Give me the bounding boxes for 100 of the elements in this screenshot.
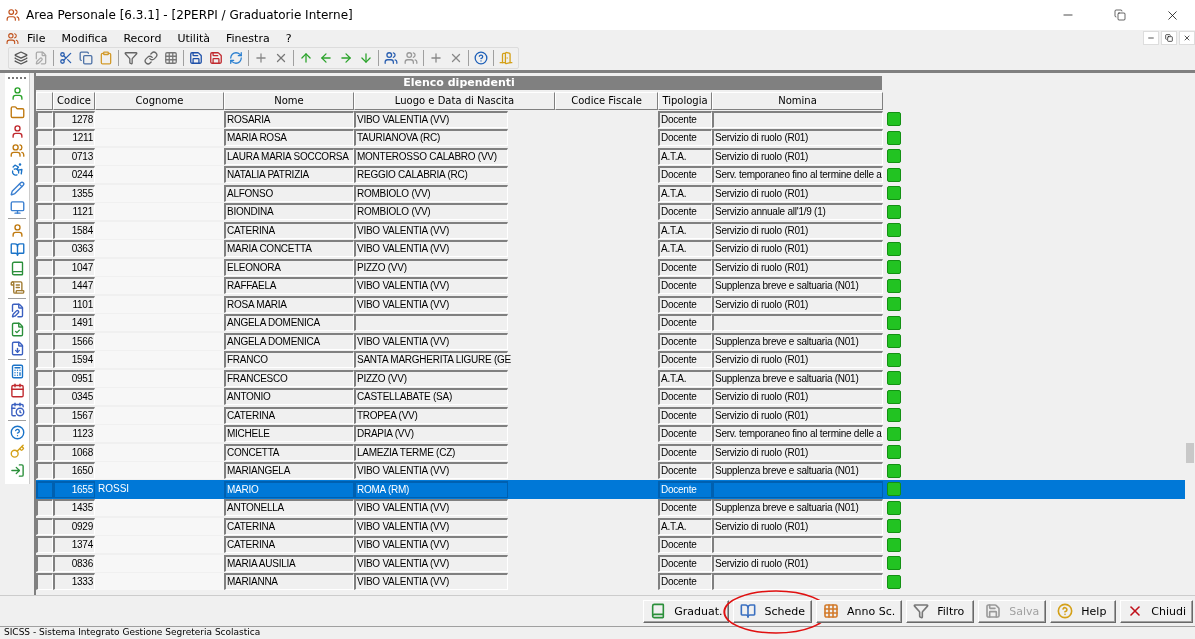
person-icon[interactable] (9, 85, 25, 101)
calendar-icon[interactable] (9, 382, 25, 398)
column-header[interactable]: Luogo e Data di Nascita (354, 92, 555, 110)
minimize-button[interactable] (1143, 31, 1159, 45)
column-header[interactable]: Codice Fiscale (555, 92, 658, 110)
people-icon[interactable] (404, 51, 418, 65)
row-selector[interactable] (36, 314, 53, 332)
arrow-down-icon[interactable] (359, 51, 373, 65)
restore-icon[interactable] (1165, 34, 1173, 42)
row-selector[interactable] (36, 554, 53, 572)
book-icon[interactable] (9, 260, 25, 276)
row-selector[interactable] (36, 536, 53, 554)
people-icon[interactable] (9, 142, 25, 158)
table-row[interactable]: 1068 CONCETTA LAMEZIA TERME (CZ) Docente Servizio di ruolo (R01) (36, 443, 1185, 462)
save-icon[interactable] (189, 51, 203, 65)
column-header[interactable]: Tipologia (658, 92, 712, 110)
table-row[interactable]: 1121 BIONDINA ROMBIOLO (VV) Docente Servizio annuale all'1/9 (1) (36, 202, 1185, 221)
row-selector[interactable] (36, 277, 53, 295)
person-icon[interactable] (9, 222, 25, 238)
menu-item[interactable]: Modifica (53, 31, 116, 45)
row-selector[interactable] (36, 462, 53, 480)
row-selector[interactable] (36, 166, 53, 184)
table-row[interactable]: 0363 MARIA CONCETTA VIBO VALENTIA (VV) A.T.A. Servizio di ruolo (R01) (36, 239, 1185, 258)
menu-item[interactable]: File (19, 31, 54, 45)
delete-icon[interactable] (274, 51, 288, 65)
table-row[interactable]: 1650 MARIANGELA VIBO VALENTIA (VV) Docente Supplenza breve e saltuaria (N01) (36, 461, 1185, 480)
document-icon[interactable] (9, 340, 25, 356)
table-row[interactable]: 1655 ROSSI MARIO ROMA (RM) Docente (36, 480, 1185, 499)
add-icon[interactable] (254, 51, 268, 65)
table-row[interactable]: 1355 ALFONSO ROMBIOLO (VV) A.T.A. Servizio di ruolo (R01) (36, 184, 1185, 203)
row-selector[interactable] (36, 332, 53, 350)
help-button[interactable]: Help (1050, 599, 1117, 623)
row-selector[interactable] (36, 425, 53, 443)
action-button[interactable]: Anno Sc. (816, 599, 903, 623)
table-row[interactable]: 0929 CATERINA VIBO VALENTIA (VV) A.T.A. Servizio di ruolo (R01) (36, 517, 1185, 536)
table-row[interactable]: 0244 NATALIA PATRIZIA REGGIO CALABRIA (RC) Docente Serv. temporaneo fino al termine delle a (36, 165, 1185, 184)
exit-icon[interactable] (9, 462, 25, 478)
column-header[interactable]: Nome (224, 92, 354, 110)
row-selector[interactable] (36, 573, 53, 591)
menu-item[interactable]: Record (115, 31, 170, 45)
table-row[interactable]: 0836 MARIA AUSILIA VIBO VALENTIA (VV) Docente Servizio di ruolo (R01) (36, 554, 1185, 573)
close-button[interactable]: Chiudi (1120, 599, 1193, 623)
minimize-icon[interactable] (1147, 34, 1155, 42)
action-button[interactable]: Schede (733, 599, 812, 623)
table-row[interactable]: 1594 FRANCO SANTA MARGHERITA LIGURE (GE Docente Servizio di ruolo (R01) (36, 350, 1185, 369)
restore-button[interactable] (1161, 31, 1177, 45)
paste-icon[interactable] (99, 51, 113, 65)
calendar-clock-icon[interactable] (9, 401, 25, 417)
action-button[interactable]: Graduat. (643, 599, 730, 623)
table-row[interactable]: 1211 MARIA ROSA TAURIANOVA (RC) Docente Servizio di ruolo (R01) (36, 128, 1185, 147)
table-row[interactable]: 0951 FRANCESCO PIZZO (VV) A.T.A. Supplenza breve e saltuaria (N01) (36, 369, 1185, 388)
row-selector[interactable] (36, 499, 53, 517)
restore-icon[interactable] (1114, 9, 1126, 21)
row-selector[interactable] (36, 203, 53, 221)
table-row[interactable]: 1374 CATERINA VIBO VALENTIA (VV) Docente (36, 535, 1185, 554)
table-row[interactable]: 1584 CATERINA VIBO VALENTIA (VV) A.T.A. Servizio di ruolo (R01) (36, 221, 1185, 240)
wheelchair-icon[interactable] (9, 161, 25, 177)
table-row[interactable]: 1101 ROSA MARIA VIBO VALENTIA (VV) Docente Servizio di ruolo (R01) (36, 295, 1185, 314)
link-icon[interactable] (144, 51, 158, 65)
table-row[interactable]: 1447 RAFFAELA VIBO VALENTIA (VV) Docente Supplenza breve e saltuaria (N01) (36, 276, 1185, 295)
row-selector[interactable] (36, 258, 53, 276)
delete-icon[interactable] (449, 51, 463, 65)
row-selector[interactable] (36, 443, 53, 461)
filter-button[interactable]: Filtro (906, 599, 975, 623)
close-button[interactable] (1179, 31, 1195, 45)
stack-icon[interactable] (14, 51, 28, 65)
save-delete-icon[interactable] (209, 51, 223, 65)
copy-icon[interactable] (79, 51, 93, 65)
help-icon[interactable] (474, 51, 488, 65)
row-selector[interactable] (36, 240, 53, 258)
key-icon[interactable] (9, 443, 25, 459)
folder-icon[interactable] (9, 104, 25, 120)
table-row[interactable]: 1567 CATERINA TROPEA (VV) Docente Servizio di ruolo (R01) (36, 406, 1185, 425)
pencil-icon[interactable] (9, 180, 25, 196)
row-selector[interactable] (36, 295, 53, 313)
table-row[interactable]: 1123 MICHELE DRAPIA (VV) Docente Serv. temporaneo fino al termine delle a (36, 424, 1185, 443)
document-edit-icon[interactable] (9, 302, 25, 318)
menu-item[interactable]: Finestra (218, 31, 278, 45)
column-header[interactable]: Nomina (712, 92, 883, 110)
people-icon[interactable] (384, 51, 398, 65)
row-selector[interactable] (36, 517, 53, 535)
document-check-icon[interactable] (9, 321, 25, 337)
menu-item[interactable]: Utilità (169, 31, 218, 45)
row-selector[interactable] (36, 184, 53, 202)
help-icon[interactable] (9, 424, 25, 440)
person-icon[interactable] (9, 123, 25, 139)
refresh-icon[interactable] (229, 51, 243, 65)
table-row[interactable]: 0345 ANTONIO CASTELLABATE (SA) Docente Servizio di ruolo (R01) (36, 387, 1185, 406)
close-icon[interactable] (1183, 34, 1191, 42)
menu-item[interactable]: ? (277, 31, 300, 45)
grid-icon[interactable] (164, 51, 178, 65)
exit-door-icon[interactable] (499, 51, 513, 65)
row-selector[interactable] (36, 388, 53, 406)
row-selector[interactable] (36, 351, 53, 369)
row-selector[interactable] (36, 221, 53, 239)
table-row[interactable]: 1435 ANTONELLA VIBO VALENTIA (VV) Docente Supplenza breve e saltuaria (N01) (36, 498, 1185, 517)
row-selector[interactable] (36, 147, 53, 165)
monitor-icon[interactable] (9, 199, 25, 215)
table-row[interactable]: 1566 ANGELA DOMENICA VIBO VALENTIA (VV) Docente Supplenza breve e saltuaria (N01) (36, 332, 1185, 351)
book-icon[interactable] (9, 241, 25, 257)
